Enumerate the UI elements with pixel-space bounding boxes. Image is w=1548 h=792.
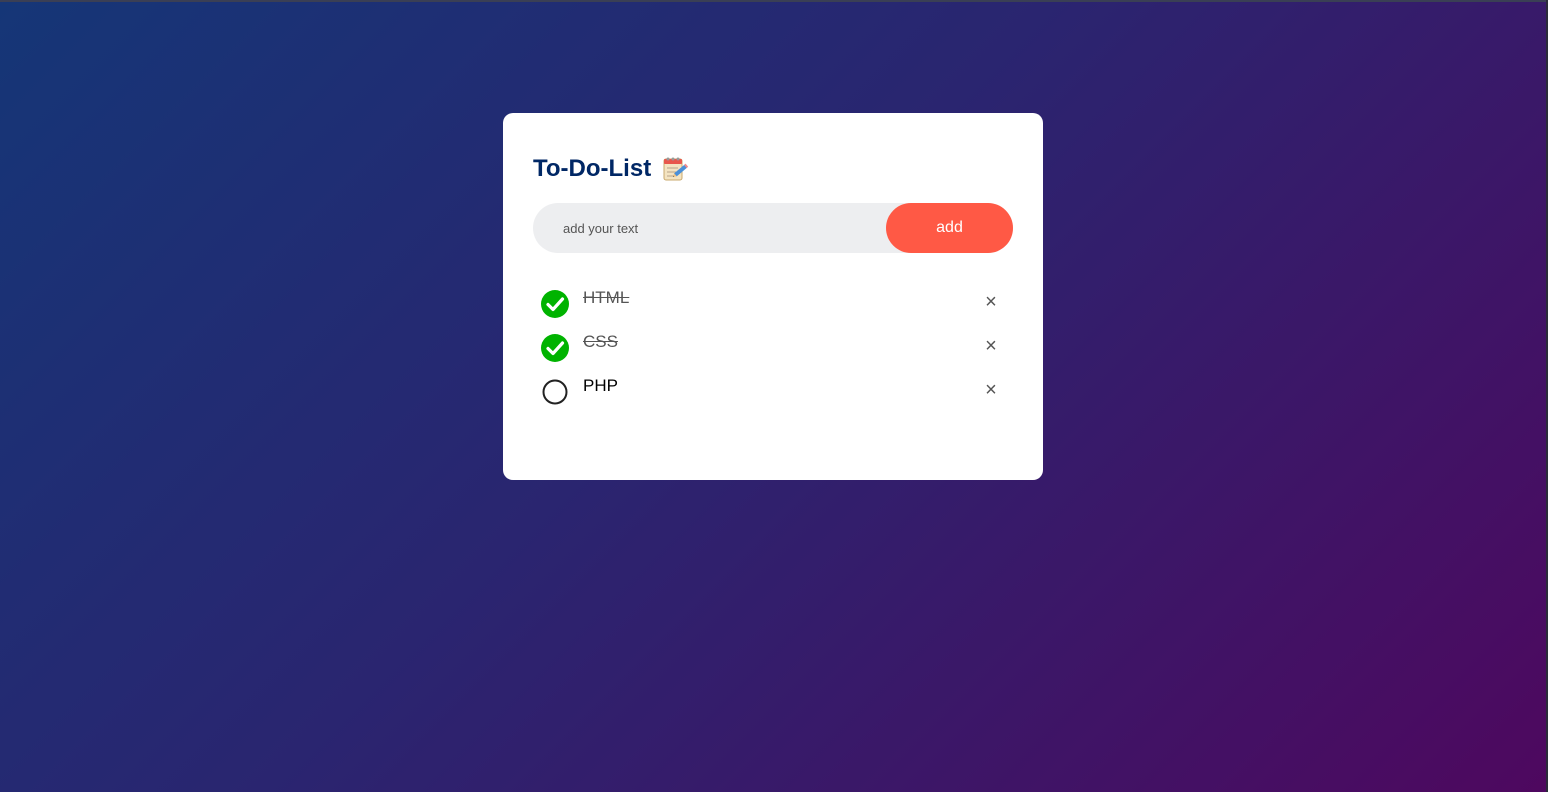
window-top-border	[0, 0, 1548, 2]
task-list: HTML × CSS × PHP ×	[533, 286, 1013, 418]
task-label: CSS	[583, 332, 618, 351]
page-title: To-Do-List	[533, 155, 652, 182]
task-input[interactable]	[533, 202, 886, 254]
notepad-icon	[661, 155, 689, 183]
add-button[interactable]: add	[886, 203, 1013, 253]
checked-circle-icon[interactable]	[541, 290, 569, 318]
unchecked-circle-icon[interactable]	[541, 378, 569, 406]
task-item-html[interactable]: HTML ×	[533, 286, 1013, 330]
close-icon[interactable]: ×	[983, 288, 999, 316]
task-item-php[interactable]: PHP ×	[533, 374, 1013, 418]
todo-card: To-Do-List add your text add HTML × CSS …	[503, 113, 1043, 480]
title-row: To-Do-List	[533, 153, 1013, 185]
task-item-css[interactable]: CSS ×	[533, 330, 1013, 374]
input-row: add	[533, 202, 1013, 254]
checked-circle-icon[interactable]	[541, 334, 569, 362]
close-icon[interactable]: ×	[983, 332, 999, 360]
close-icon[interactable]: ×	[983, 376, 999, 404]
task-label: PHP	[583, 376, 618, 395]
task-label: HTML	[583, 288, 630, 307]
